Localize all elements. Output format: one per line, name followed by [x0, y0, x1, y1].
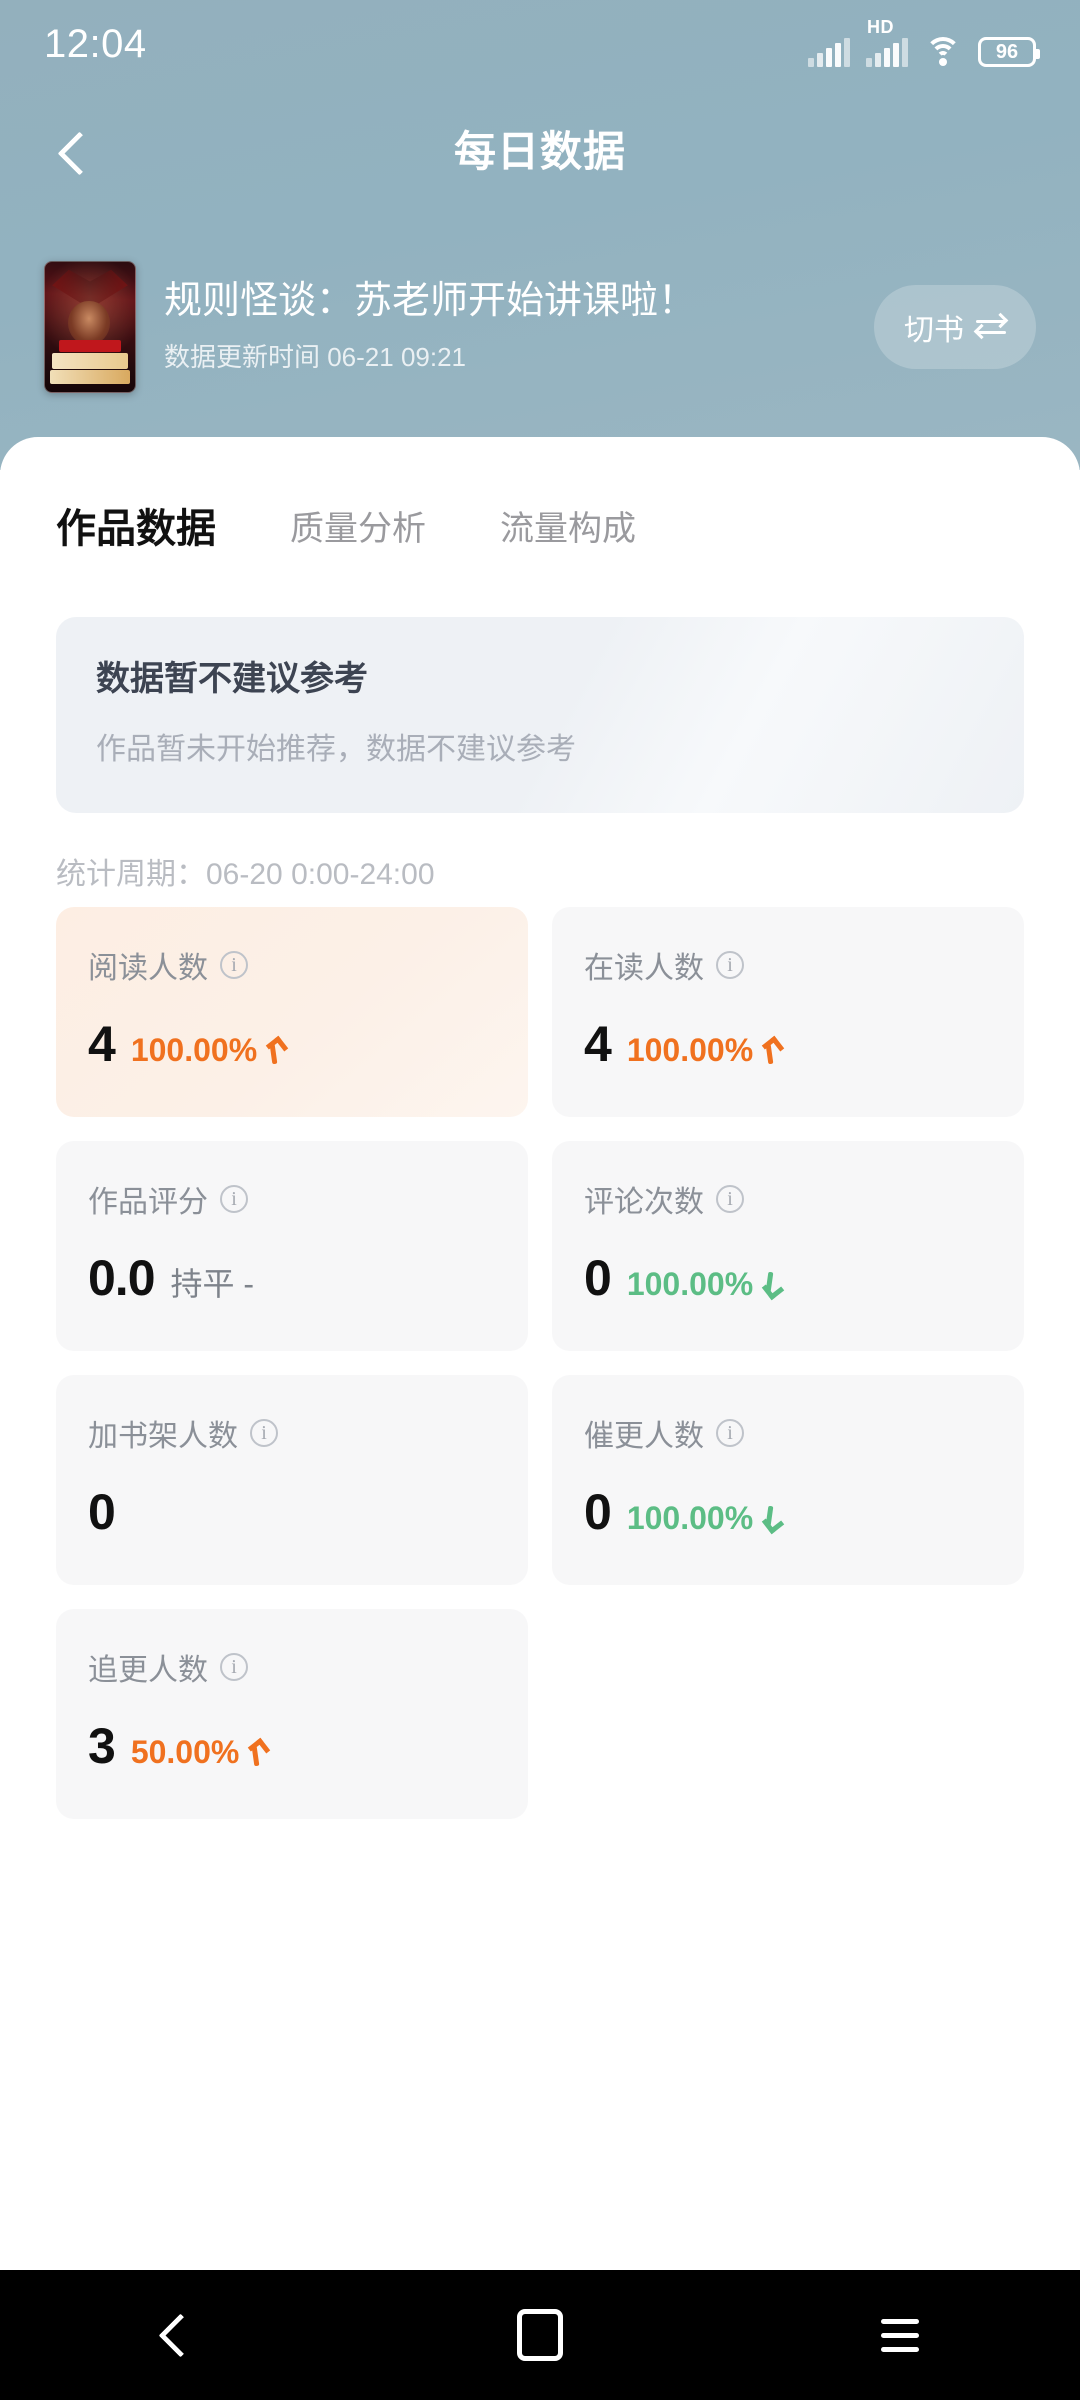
- stat-card-reading-users[interactable]: 阅读人数 i 4 100.00%: [56, 907, 528, 1117]
- book-summary-row: 规则怪谈：苏老师开始讲课啦！ 数据更新时间 06-21 09:21 切书: [0, 252, 1080, 402]
- stat-label: 追更人数: [88, 1654, 208, 1687]
- page-title: 每日数据: [453, 128, 626, 175]
- arrow-down-icon: [761, 1272, 781, 1298]
- arrow-up-icon: [761, 1038, 781, 1064]
- status-bar: 12:04 HD 96: [0, 0, 1080, 88]
- stat-label-row: 作品评分 i: [88, 1177, 496, 1221]
- stat-value-row: 4 100.00%: [88, 1015, 496, 1073]
- tab-work-data[interactable]: 作品数据: [56, 496, 216, 554]
- notice-banner: 数据暂不建议参考 作品暂未开始推荐，数据不建议参考: [56, 617, 1024, 813]
- nav-home-icon[interactable]: [485, 2295, 595, 2375]
- stat-delta-text: 100.00%: [130, 1032, 258, 1068]
- stat-delta: 持平 -: [171, 1259, 255, 1305]
- stat-value: 0.0: [88, 1250, 156, 1306]
- stat-row: 追更人数 i 3 50.00%: [56, 1609, 1024, 1819]
- info-icon[interactable]: i: [220, 951, 248, 979]
- stat-delta: 100.00%: [131, 1032, 285, 1069]
- stat-delta-text: 100.00%: [626, 1266, 754, 1302]
- battery-level: 96: [995, 40, 1019, 63]
- switch-book-button[interactable]: 切书: [874, 285, 1036, 369]
- stat-label: 在读人数: [584, 952, 704, 985]
- book-cover[interactable]: [44, 261, 136, 393]
- stat-delta-text: 100.00%: [626, 1032, 754, 1068]
- content-panel: 作品数据 质量分析 流量构成 数据暂不建议参考 作品暂未开始推荐，数据不建议参考…: [0, 437, 1080, 2270]
- tab-quality-analysis[interactable]: 质量分析: [290, 501, 426, 550]
- info-icon[interactable]: i: [220, 1653, 248, 1681]
- stat-value: 3: [88, 1718, 116, 1774]
- book-title: 规则怪谈：苏老师开始讲课啦！: [164, 279, 697, 322]
- stat-card-bookshelf-adds[interactable]: 加书架人数 i 0: [56, 1375, 528, 1585]
- stat-label-row: 阅读人数 i: [88, 943, 496, 987]
- stat-card-followers[interactable]: 追更人数 i 3 50.00%: [56, 1609, 528, 1819]
- stat-label-row: 加书架人数 i: [88, 1411, 496, 1455]
- info-icon[interactable]: i: [250, 1419, 278, 1447]
- stat-card-work-rating[interactable]: 作品评分 i 0.0 持平 -: [56, 1141, 528, 1351]
- stat-card-active-readers[interactable]: 在读人数 i 4 100.00%: [552, 907, 1024, 1117]
- stat-row: 作品评分 i 0.0 持平 - 评论次数 i 0 100.00%: [56, 1141, 1024, 1351]
- tab-bar: 作品数据 质量分析 流量构成: [0, 477, 1080, 573]
- stat-label-row: 追更人数 i: [88, 1645, 496, 1689]
- stat-value: 0: [88, 1484, 116, 1540]
- wifi-icon: [924, 37, 962, 67]
- stat-value-row: 0.0 持平 -: [88, 1249, 496, 1307]
- top-navbar: 每日数据: [0, 110, 1080, 200]
- stat-value-row: 4 100.00%: [584, 1015, 992, 1073]
- hd-signal-icon: HD: [866, 17, 908, 67]
- info-icon[interactable]: i: [716, 1419, 744, 1447]
- hd-label: HD: [867, 17, 894, 37]
- book-update-time: 数据更新时间 06-21 09:21: [164, 342, 467, 373]
- stat-card-grid: 阅读人数 i 4 100.00% 在读人数 i 4 100.00% 作品评分 i…: [56, 907, 1024, 1843]
- arrow-up-icon: [265, 1038, 285, 1064]
- stat-delta: 50.00%: [131, 1734, 268, 1771]
- stat-delta: 100.00%: [627, 1266, 781, 1303]
- stat-delta: 100.00%: [627, 1500, 781, 1537]
- notice-subtitle: 作品暂未开始推荐，数据不建议参考: [96, 733, 576, 766]
- stat-card-update-requests[interactable]: 催更人数 i 0 100.00%: [552, 1375, 1024, 1585]
- status-icons: HD 96: [808, 17, 1040, 67]
- info-icon[interactable]: i: [220, 1185, 248, 1213]
- stat-delta-text: 100.00%: [626, 1500, 754, 1536]
- stat-label: 评论次数: [584, 1186, 704, 1219]
- app-screen: 12:04 HD 96 每日数据 规则怪谈：苏老师开始讲课啦！ 数据更新时间 0…: [0, 0, 1080, 2400]
- android-navigation-bar: [0, 2270, 1080, 2400]
- stat-period-label: 统计周期：06-20 0:00-24:00: [56, 858, 435, 891]
- stat-value-row: 3 50.00%: [88, 1717, 496, 1775]
- stat-value: 0: [584, 1484, 612, 1540]
- page-header: 12:04 HD 96 每日数据 规则怪谈：苏老师开始讲课啦！ 数据更新时间 0…: [0, 0, 1080, 470]
- switch-book-label: 切书: [904, 314, 964, 347]
- nav-back-icon[interactable]: [125, 2295, 235, 2375]
- stat-value-row: 0: [88, 1483, 496, 1541]
- stat-delta-text: 持平 -: [170, 1266, 255, 1302]
- stat-row: 阅读人数 i 4 100.00% 在读人数 i 4 100.00%: [56, 907, 1024, 1117]
- stat-label-row: 在读人数 i: [584, 943, 992, 987]
- stat-delta: 100.00%: [627, 1032, 781, 1069]
- stat-label: 催更人数: [584, 1420, 704, 1453]
- stat-label: 作品评分: [88, 1186, 208, 1219]
- stat-card-comment-count[interactable]: 评论次数 i 0 100.00%: [552, 1141, 1024, 1351]
- stat-value: 0: [584, 1250, 612, 1306]
- stat-row: 加书架人数 i 0 催更人数 i 0 100.00%: [56, 1375, 1024, 1585]
- stat-value-row: 0 100.00%: [584, 1483, 992, 1541]
- info-icon[interactable]: i: [716, 951, 744, 979]
- stat-delta-text: 50.00%: [130, 1734, 240, 1770]
- info-icon[interactable]: i: [716, 1185, 744, 1213]
- stat-label: 阅读人数: [88, 952, 208, 985]
- stat-value-row: 0 100.00%: [584, 1249, 992, 1307]
- arrow-up-icon: [247, 1740, 267, 1766]
- signal-bars-icon: [808, 37, 850, 67]
- arrow-down-icon: [761, 1506, 781, 1532]
- stat-value: 4: [584, 1016, 612, 1072]
- tab-traffic-composition[interactable]: 流量构成: [500, 501, 636, 550]
- notice-title: 数据暂不建议参考: [96, 660, 368, 698]
- swap-icon: [973, 312, 1009, 340]
- nav-recents-icon[interactable]: [845, 2295, 955, 2375]
- stat-label-row: 催更人数 i: [584, 1411, 992, 1455]
- battery-icon: 96: [978, 37, 1040, 67]
- book-meta: 规则怪谈：苏老师开始讲课啦！ 数据更新时间 06-21 09:21: [164, 280, 856, 375]
- stat-label: 加书架人数: [88, 1420, 238, 1453]
- stat-label-row: 评论次数 i: [584, 1177, 992, 1221]
- status-clock: 12:04: [44, 21, 147, 66]
- stat-value: 4: [88, 1016, 116, 1072]
